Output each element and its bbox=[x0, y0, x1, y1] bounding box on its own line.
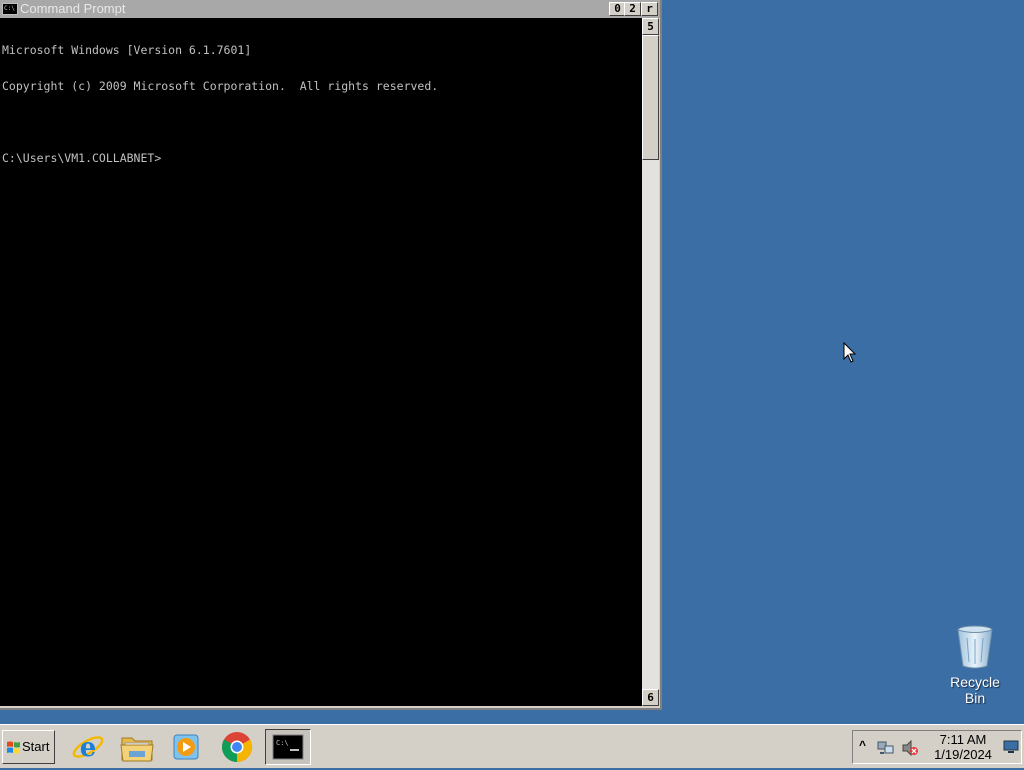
clock-date: 1/19/2024 bbox=[934, 747, 992, 762]
command-prompt-icon: C:\ bbox=[272, 734, 304, 760]
close-button[interactable]: r bbox=[641, 2, 658, 16]
recycle-bin-icon bbox=[957, 625, 993, 669]
recycle-bin-label: Recycle Bin bbox=[950, 674, 1000, 706]
console-prompt: C:\Users\VM1.COLLABNET> bbox=[2, 151, 162, 165]
svg-text:C:\: C:\ bbox=[276, 739, 289, 747]
taskbar: Start e C:\ ^ 7:11 AM 1/19/2024 bbox=[0, 724, 1024, 768]
console-line: Copyright (c) 2009 Microsoft Corporation… bbox=[2, 79, 439, 93]
scroll-down-button[interactable]: 6 bbox=[642, 689, 659, 706]
taskbar-file-explorer[interactable] bbox=[119, 729, 155, 765]
scroll-up-button[interactable]: 5 bbox=[642, 18, 659, 35]
window-title: Command Prompt bbox=[20, 1, 126, 16]
scroll-thumb[interactable] bbox=[642, 35, 659, 160]
volume-muted-icon[interactable] bbox=[901, 740, 919, 756]
start-label: Start bbox=[22, 739, 50, 754]
console-line: Microsoft Windows [Version 6.1.7601] bbox=[2, 43, 252, 57]
taskbar-media-player[interactable] bbox=[168, 729, 204, 765]
clock[interactable]: 7:11 AM 1/19/2024 bbox=[927, 732, 999, 762]
taskbar-command-prompt[interactable]: C:\ bbox=[265, 729, 311, 765]
svg-text:e: e bbox=[80, 733, 97, 763]
chrome-icon bbox=[221, 732, 253, 762]
maximize-button[interactable]: 2 bbox=[624, 2, 641, 16]
show-desktop-icon[interactable] bbox=[1003, 740, 1019, 754]
start-button[interactable]: Start bbox=[2, 730, 55, 764]
network-icon[interactable] bbox=[877, 740, 895, 756]
console-output[interactable]: Microsoft Windows [Version 6.1.7601] Cop… bbox=[0, 18, 642, 706]
windows-flag-icon bbox=[7, 741, 20, 754]
file-explorer-icon bbox=[120, 737, 154, 762]
internet-explorer-icon: e bbox=[72, 733, 104, 763]
clock-time: 7:11 AM bbox=[939, 732, 987, 747]
show-hidden-icons-button[interactable]: ^ bbox=[859, 738, 866, 752]
vertical-scrollbar[interactable]: 5 6 bbox=[642, 18, 659, 706]
media-player-icon bbox=[173, 734, 199, 760]
command-prompt-icon: C:\ bbox=[2, 3, 18, 15]
desktop-icon-recycle-bin[interactable]: Recycle Bin bbox=[940, 624, 1010, 710]
taskbar-chrome[interactable] bbox=[219, 729, 255, 765]
taskbar-internet-explorer[interactable]: e bbox=[70, 729, 106, 765]
command-prompt-window[interactable]: C:\ Command Prompt 0 2 r Microsoft Windo… bbox=[0, 0, 662, 710]
system-tray: ^ 7:11 AM 1/19/2024 bbox=[852, 730, 1022, 764]
window-titlebar[interactable]: C:\ Command Prompt 0 2 r bbox=[0, 0, 660, 18]
mouse-cursor-icon bbox=[843, 342, 857, 363]
